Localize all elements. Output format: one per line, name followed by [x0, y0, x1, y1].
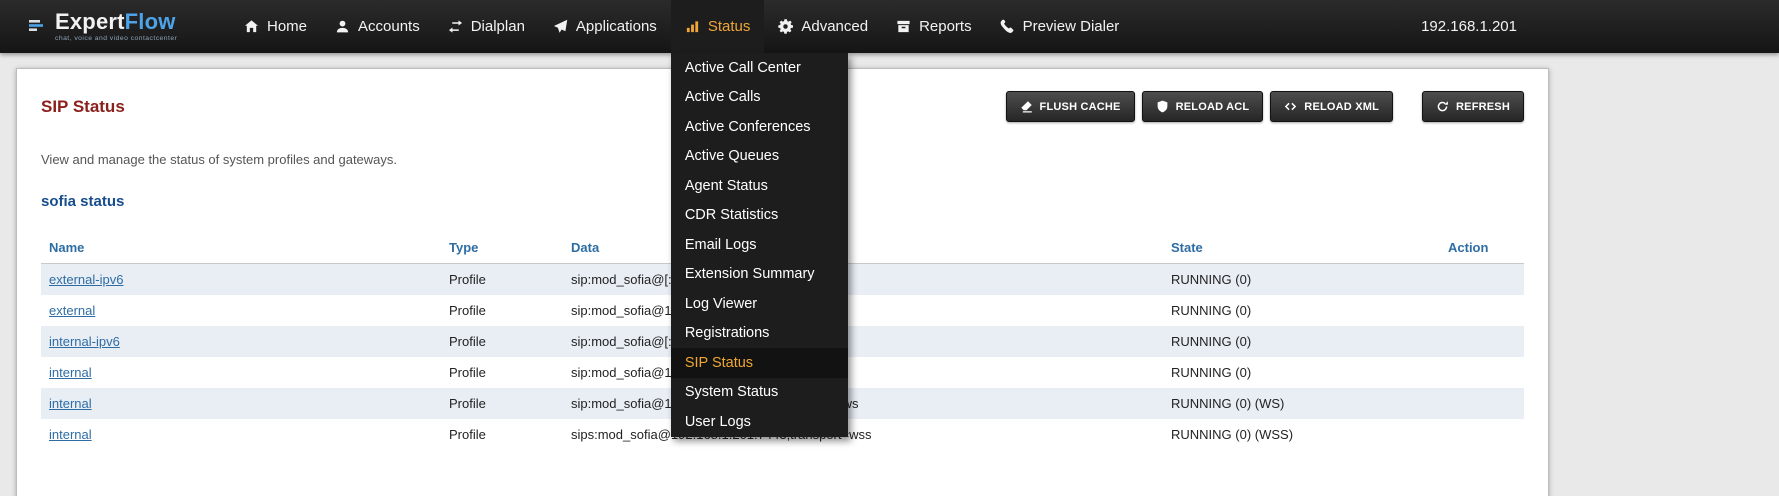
- cell-data: sip:mod_sofia@192.168.1.201:5080: [563, 295, 1163, 326]
- cell-state: RUNNING (0): [1163, 295, 1440, 326]
- nav-label: Home: [267, 18, 307, 35]
- cell-data: sip:mod_sofia@192.168.1.201:5060: [563, 357, 1163, 388]
- nav-item-status[interactable]: Status Active Call Center Active Calls A…: [671, 0, 765, 53]
- nav-item-accounts[interactable]: Accounts: [321, 0, 434, 53]
- profile-link[interactable]: internal: [49, 396, 92, 411]
- shield-icon: [1156, 100, 1169, 113]
- bar-chart-icon: [685, 19, 700, 34]
- gear-icon: [778, 19, 793, 34]
- logo-bars-icon: [28, 17, 46, 35]
- send-icon: [553, 19, 568, 34]
- nav-item-reports[interactable]: Reports: [882, 0, 986, 53]
- cell-action: [1440, 388, 1524, 419]
- nav-item-preview-dialer[interactable]: Preview Dialer: [986, 0, 1134, 53]
- nav-label: Accounts: [358, 18, 420, 35]
- profile-link[interactable]: internal: [49, 365, 92, 380]
- nav-item-applications[interactable]: Applications: [539, 0, 671, 53]
- server-ip: 192.168.1.201: [1421, 18, 1517, 35]
- menu-item-extension-summary[interactable]: Extension Summary: [671, 260, 848, 290]
- column-header-data: Data: [563, 232, 1163, 264]
- nav-label: Applications: [576, 18, 657, 35]
- cell-data: sips:mod_sofia@192.168.1.201:7443;transp…: [563, 419, 1163, 450]
- menu-item-active-call-center[interactable]: Active Call Center: [671, 53, 848, 83]
- code-icon: [1284, 100, 1297, 113]
- nav-label: Dialplan: [471, 18, 525, 35]
- menu-item-agent-status[interactable]: Agent Status: [671, 171, 848, 201]
- cell-action: [1440, 357, 1524, 388]
- brand-tagline: chat, voice and video contactcenter: [55, 36, 177, 43]
- nav-label: Preview Dialer: [1023, 18, 1120, 35]
- nav-label: Status: [708, 18, 751, 35]
- column-header-type: Type: [441, 232, 563, 264]
- eraser-icon: [1020, 100, 1033, 113]
- reload-xml-button[interactable]: RELOAD XML: [1270, 91, 1393, 122]
- cell-data: sip:mod_sofia@192.168.1.201:5072;transpo…: [563, 388, 1163, 419]
- nav-label: Reports: [919, 18, 972, 35]
- archive-box-icon: [896, 19, 911, 34]
- cell-type: Profile: [441, 295, 563, 326]
- nav-item-advanced[interactable]: Advanced: [764, 0, 882, 53]
- cell-type: Profile: [441, 357, 563, 388]
- menu-item-log-viewer[interactable]: Log Viewer: [671, 289, 848, 319]
- brand-name: ExpertFlow: [55, 11, 177, 33]
- nav-label: Advanced: [801, 18, 868, 35]
- menu-item-user-logs[interactable]: User Logs: [671, 407, 848, 437]
- refresh-icon: [1436, 100, 1449, 113]
- menu-item-email-logs[interactable]: Email Logs: [671, 230, 848, 260]
- cell-state: RUNNING (0): [1163, 326, 1440, 357]
- profile-link[interactable]: external: [49, 303, 95, 318]
- main-menu: Home Accounts Dialplan Applications Stat…: [230, 0, 1133, 53]
- cell-state: RUNNING (0) (WS): [1163, 388, 1440, 419]
- top-navigation-bar: ExpertFlow chat, voice and video contact…: [0, 0, 1779, 53]
- phone-icon: [1000, 19, 1015, 34]
- cell-type: Profile: [441, 419, 563, 450]
- cell-state: RUNNING (0) (WSS): [1163, 419, 1440, 450]
- flush-cache-button[interactable]: FLUSH CACHE: [1006, 91, 1135, 122]
- cell-action: [1440, 326, 1524, 357]
- status-dropdown-menu: Active Call Center Active Calls Active C…: [671, 53, 848, 437]
- menu-item-system-status[interactable]: System Status: [671, 378, 848, 408]
- column-header-state: State: [1163, 232, 1440, 264]
- profile-link[interactable]: external-ipv6: [49, 272, 123, 287]
- cell-data: sip:mod_sofia@[::]:5080: [563, 264, 1163, 296]
- menu-item-active-queues[interactable]: Active Queues: [671, 142, 848, 172]
- nav-item-home[interactable]: Home: [230, 0, 321, 53]
- cell-state: RUNNING (0): [1163, 264, 1440, 296]
- cell-action: [1440, 264, 1524, 296]
- nav-item-dialplan[interactable]: Dialplan: [434, 0, 539, 53]
- menu-item-registrations[interactable]: Registrations: [671, 319, 848, 349]
- toolbar: FLUSH CACHE RELOAD ACL RELOAD XML REFRES…: [1006, 91, 1524, 122]
- page-background: SIP Status FLUSH CACHE RELOAD ACL RELOAD…: [0, 53, 1779, 496]
- cell-type: Profile: [441, 264, 563, 296]
- profile-link[interactable]: internal: [49, 427, 92, 442]
- column-header-name: Name: [41, 232, 441, 264]
- profile-link[interactable]: internal-ipv6: [49, 334, 120, 349]
- brand-logo[interactable]: ExpertFlow chat, voice and video contact…: [28, 11, 216, 43]
- cell-action: [1440, 295, 1524, 326]
- menu-item-sip-status[interactable]: SIP Status: [671, 348, 848, 378]
- cell-type: Profile: [441, 388, 563, 419]
- user-icon: [335, 19, 350, 34]
- reload-acl-button[interactable]: RELOAD ACL: [1142, 91, 1264, 122]
- menu-item-active-calls[interactable]: Active Calls: [671, 83, 848, 113]
- refresh-button[interactable]: REFRESH: [1422, 91, 1524, 122]
- exchange-arrows-icon: [448, 19, 463, 34]
- page-title: SIP Status: [41, 91, 125, 117]
- cell-data: sip:mod_sofia@[::]:5060: [563, 326, 1163, 357]
- menu-item-cdr-statistics[interactable]: CDR Statistics: [671, 201, 848, 231]
- column-header-action: Action: [1440, 232, 1524, 264]
- cell-type: Profile: [441, 326, 563, 357]
- cell-action: [1440, 419, 1524, 450]
- menu-item-active-conferences[interactable]: Active Conferences: [671, 112, 848, 142]
- cell-state: RUNNING (0): [1163, 357, 1440, 388]
- home-icon: [244, 19, 259, 34]
